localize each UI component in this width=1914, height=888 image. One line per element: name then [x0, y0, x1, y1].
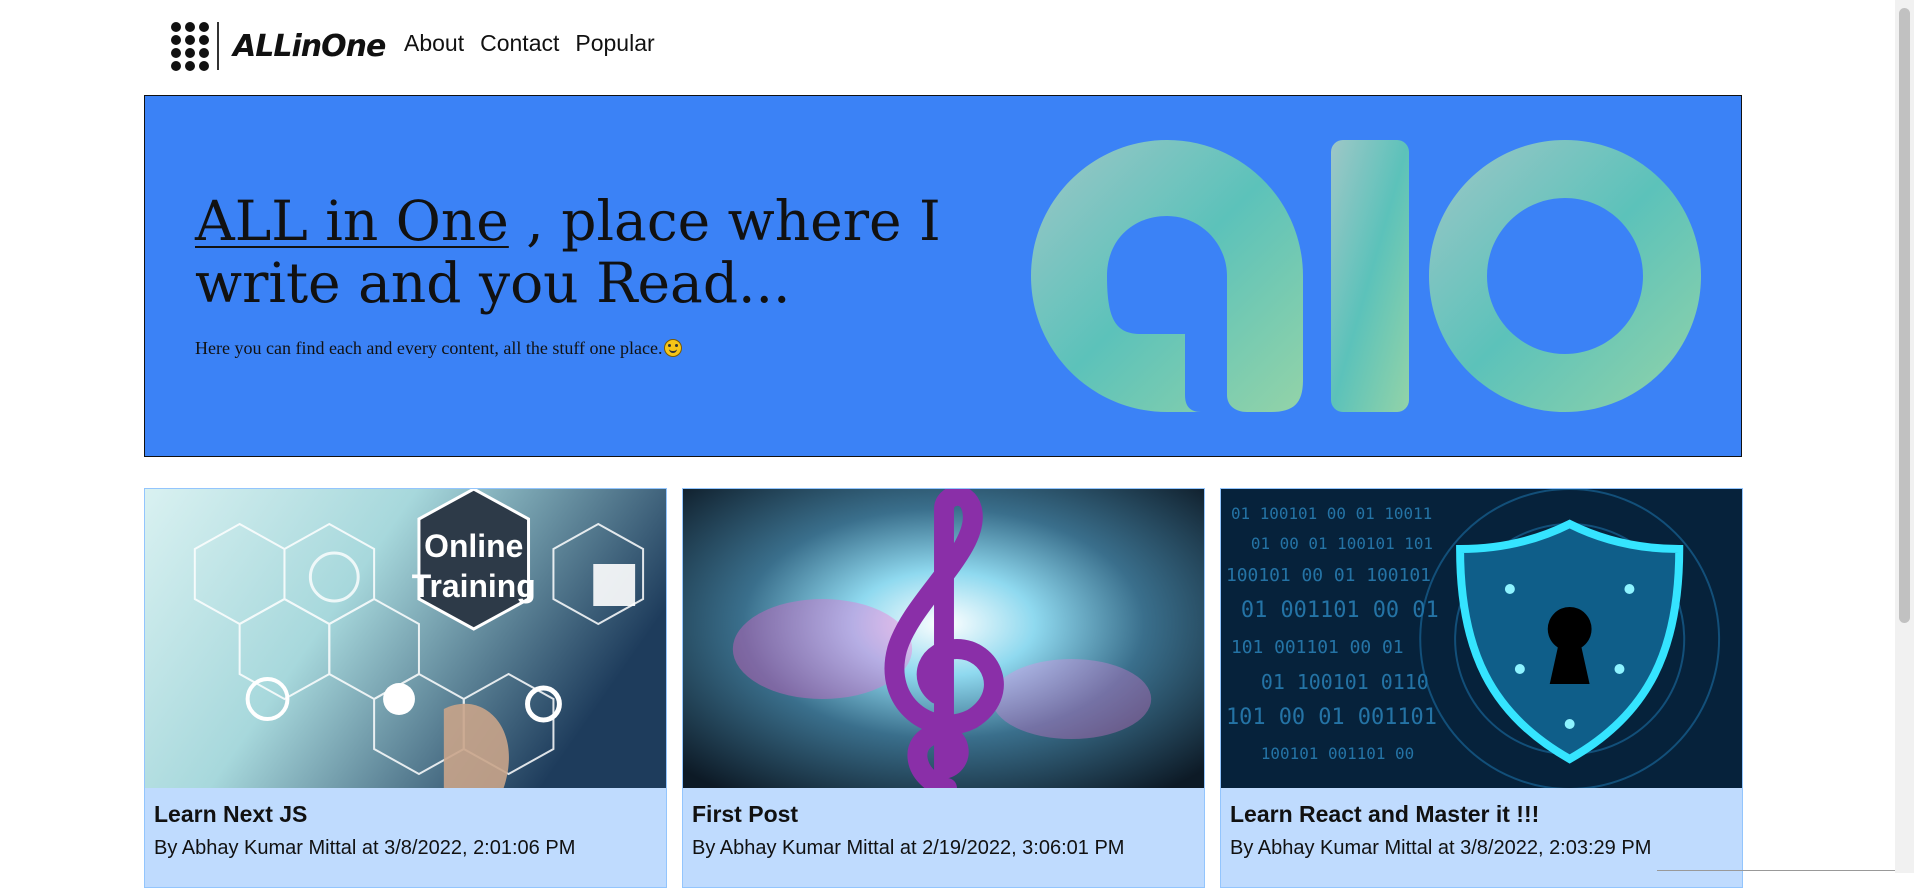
svg-text:101 001101 00 01: 101 001101 00 01 — [1231, 637, 1404, 658]
post-card[interactable]: First Post By Abhay Kumar Mittal at 2/19… — [682, 488, 1205, 888]
corner-divider — [1657, 870, 1895, 871]
nav-link-popular[interactable]: Popular — [575, 30, 654, 57]
svg-text:Training: Training — [412, 568, 536, 604]
nav-link-about[interactable]: About — [404, 30, 464, 57]
post-card[interactable]: Online Training Learn Next JS By Abhay K… — [144, 488, 667, 888]
svg-text:101 00 01 001101: 101 00 01 001101 — [1226, 705, 1437, 730]
site-logo[interactable]: ALLinOne — [171, 22, 386, 71]
svg-text:01 100101 0110: 01 100101 0110 — [1261, 670, 1429, 694]
post-meta: By Abhay Kumar Mittal at 2/19/2022, 3:06… — [692, 837, 1125, 859]
hero-banner: ALL in One , place where I write and you… — [144, 95, 1742, 457]
alo-logo-graphic — [1031, 140, 1701, 412]
svg-text:01 001101 00 01: 01 001101 00 01 — [1241, 598, 1439, 623]
logo-text: ALLinOne — [233, 28, 386, 64]
svg-text:01 100101 00 01 10011: 01 100101 00 01 10011 — [1231, 504, 1432, 523]
treble-clef-image — [683, 489, 1204, 788]
vertical-scrollbar[interactable] — [1895, 0, 1914, 873]
nav-link-contact[interactable]: Contact — [480, 30, 559, 57]
grid-dots-icon — [171, 22, 209, 71]
svg-text:100101 001101 00: 100101 001101 00 — [1261, 744, 1414, 763]
hero-title-link[interactable]: ALL in One — [195, 189, 509, 253]
post-title[interactable]: Learn React and Master it !!! — [1230, 801, 1539, 828]
logo-divider — [217, 22, 219, 70]
post-title[interactable]: First Post — [692, 801, 798, 828]
svg-text:100101 00 01 100101: 100101 00 01 100101 — [1226, 565, 1431, 586]
security-shield-image: 01 100101 00 01 10011 01 00 01 100101 10… — [1221, 489, 1742, 788]
hero-subtitle-text: Here you can find each and every content… — [195, 338, 663, 358]
scrollbar-thumb[interactable] — [1899, 8, 1910, 623]
post-card[interactable]: 01 100101 00 01 10011 01 00 01 100101 10… — [1220, 488, 1743, 888]
post-meta: By Abhay Kumar Mittal at 3/8/2022, 2:03:… — [1230, 837, 1652, 859]
main-nav: About Contact Popular — [404, 30, 655, 57]
site-header: ALLinOne About Contact Popular — [0, 0, 1895, 95]
online-training-image: Online Training — [145, 489, 666, 788]
post-title[interactable]: Learn Next JS — [154, 801, 307, 828]
svg-text:Online: Online — [424, 528, 523, 564]
post-cards: Online Training Learn Next JS By Abhay K… — [144, 488, 1743, 888]
hero-title: ALL in One , place where I write and you… — [195, 190, 975, 314]
smiling-face-icon — [664, 339, 683, 357]
hero-subtitle: Here you can find each and every content… — [195, 338, 683, 359]
svg-text:01 00 01 100101 101: 01 00 01 100101 101 — [1251, 534, 1433, 553]
post-meta: By Abhay Kumar Mittal at 3/8/2022, 2:01:… — [154, 837, 576, 859]
